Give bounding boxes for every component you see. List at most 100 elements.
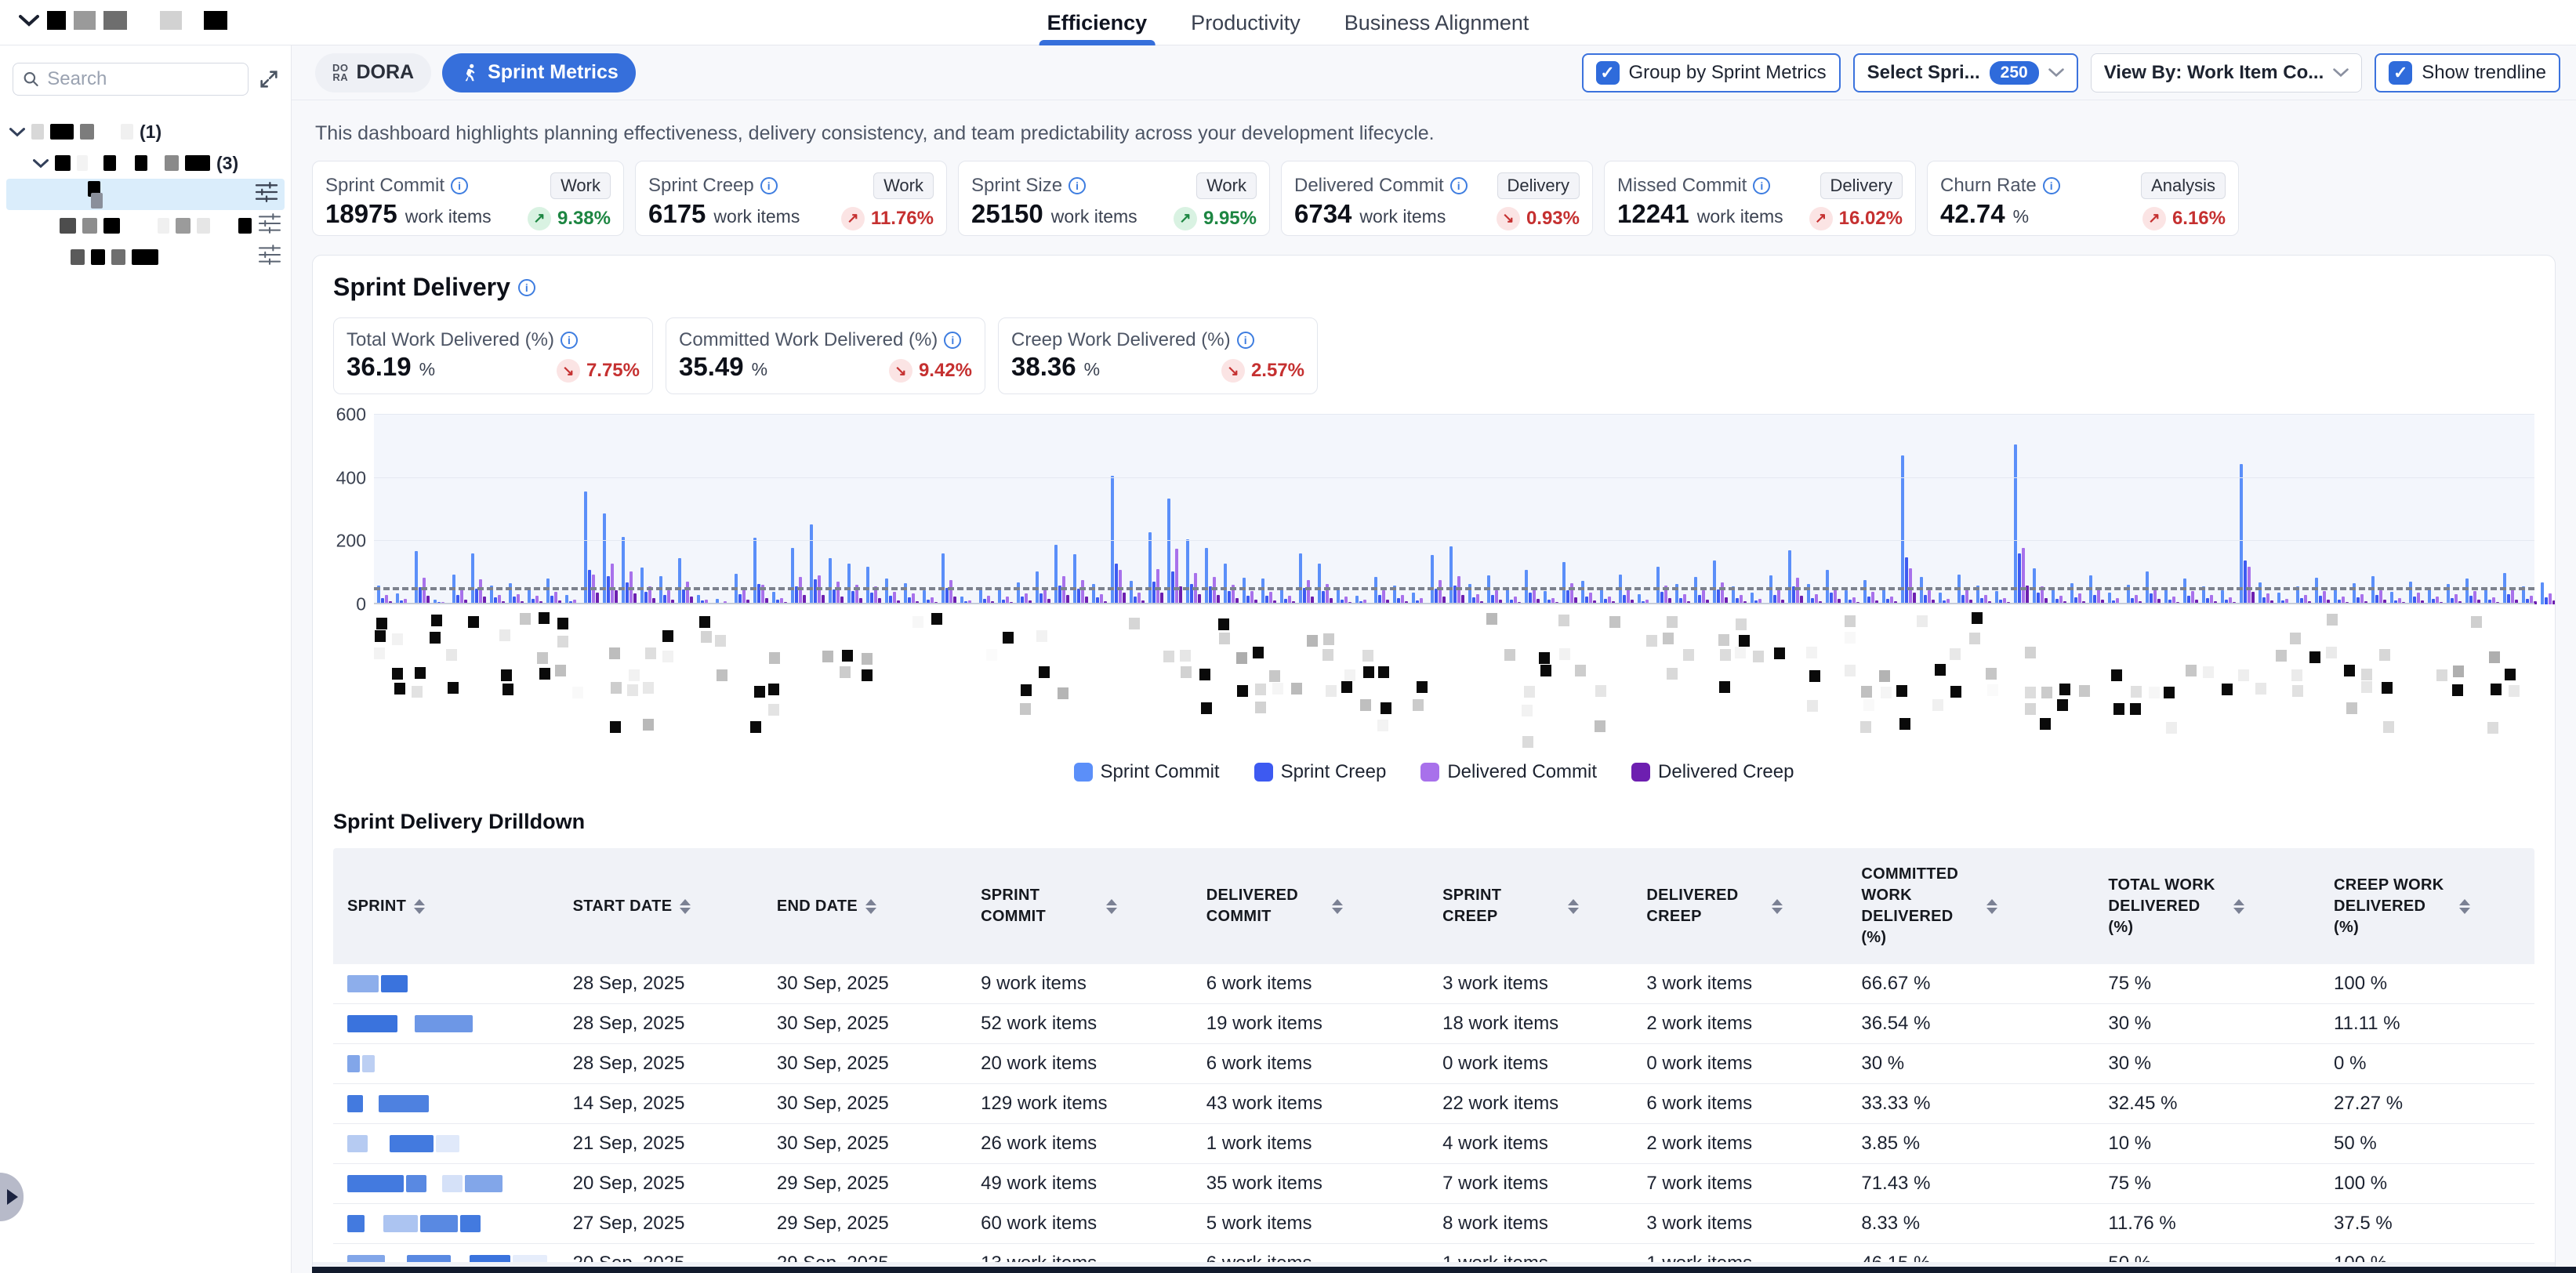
info-icon[interactable]: i — [1753, 177, 1770, 194]
tab-productivity[interactable]: Productivity — [1191, 0, 1301, 45]
bar-group[interactable] — [603, 513, 622, 604]
bar-group[interactable] — [2409, 582, 2428, 604]
bar-group[interactable] — [2315, 578, 2334, 604]
show-trendline-toggle[interactable]: ✓ Show trendline — [2375, 53, 2560, 92]
filter-sliders-icon[interactable] — [255, 182, 278, 202]
table-row[interactable]: 21 Sep, 202530 Sep, 202526 work items1 w… — [333, 1124, 2534, 1164]
app-logo-redacted[interactable] — [19, 11, 227, 30]
filter-sliders-icon[interactable] — [258, 213, 281, 234]
bar-group[interactable] — [2070, 583, 2089, 604]
column-header-total-work-delivered[interactable]: TOTAL WORK DELIVERED (%) — [2094, 848, 2320, 964]
bar-group[interactable] — [678, 558, 697, 604]
table-row[interactable]: 28 Sep, 202530 Sep, 202552 work items19 … — [333, 1004, 2534, 1044]
sprint-metrics-tab-button[interactable]: Sprint Metrics — [442, 53, 636, 92]
sort-icon[interactable] — [2459, 899, 2470, 914]
column-header-delivered-creep[interactable]: DELIVERED CREEP — [1632, 848, 1847, 964]
bar-group[interactable] — [1431, 555, 1449, 604]
legend-item-sprint-commit[interactable]: Sprint Commit — [1074, 761, 1220, 783]
tree-leaf[interactable] — [0, 210, 291, 241]
bar-group[interactable] — [1882, 588, 1901, 604]
search-input[interactable] — [47, 68, 238, 90]
info-icon[interactable]: i — [944, 332, 961, 349]
table-row[interactable]: 28 Sep, 202530 Sep, 20259 work items6 wo… — [333, 964, 2534, 1004]
tab-efficiency[interactable]: Efficiency — [1047, 0, 1148, 45]
bar-group[interactable] — [1054, 545, 1073, 604]
sort-icon[interactable] — [1772, 899, 1783, 914]
sort-icon[interactable] — [414, 899, 425, 914]
column-header-delivered-commit[interactable]: DELIVERED COMMIT — [1192, 848, 1428, 964]
bar-group[interactable] — [810, 524, 829, 604]
group-by-sprint-metrics-toggle[interactable]: ✓ Group by Sprint Metrics — [1582, 53, 1841, 92]
bar-group[interactable] — [1318, 564, 1337, 604]
bar-group[interactable] — [1562, 562, 1581, 604]
column-header-start-date[interactable]: START DATE — [559, 848, 763, 964]
tree-leaf[interactable] — [0, 241, 291, 273]
bar-group[interactable] — [1600, 588, 1619, 604]
bar-group[interactable] — [1299, 553, 1318, 604]
bar-group[interactable] — [1920, 577, 1939, 604]
checkbox-checked-icon[interactable]: ✓ — [2389, 61, 2412, 85]
metric-card-delivered-commit[interactable]: Delivered CommitiDelivery6734work items↘… — [1281, 161, 1593, 236]
info-icon[interactable]: i — [760, 177, 778, 194]
checkbox-checked-icon[interactable]: ✓ — [1596, 61, 1620, 85]
filter-sliders-icon[interactable] — [258, 245, 281, 265]
table-row[interactable]: 27 Sep, 202529 Sep, 202560 work items5 w… — [333, 1204, 2534, 1244]
column-header-sprint-creep[interactable]: SPRINT CREEP — [1428, 848, 1632, 964]
tree-node-level1[interactable]: (1) — [0, 116, 291, 147]
bar-group[interactable] — [1863, 580, 1882, 604]
column-header-end-date[interactable]: END DATE — [763, 848, 967, 964]
sort-icon[interactable] — [2233, 899, 2244, 914]
info-icon[interactable]: i — [1237, 332, 1254, 349]
bar-group[interactable] — [866, 567, 885, 604]
tab-business-alignment[interactable]: Business Alignment — [1344, 0, 1529, 45]
legend-item-delivered-commit[interactable]: Delivered Commit — [1420, 761, 1597, 783]
metric-card-sprint-creep[interactable]: Sprint CreepiWork6175work items↗11.76% — [635, 161, 947, 236]
bar-group[interactable] — [1713, 560, 1732, 604]
bar-group[interactable] — [2259, 582, 2277, 604]
bar-group[interactable] — [1224, 564, 1243, 604]
bar-group[interactable] — [904, 583, 923, 604]
bar-group[interactable] — [2240, 464, 2259, 604]
metric-card-total-work-delivered-[interactable]: Total Work Delivered (%)i36.19%↘7.75% — [333, 317, 653, 394]
bar-group[interactable] — [1148, 532, 1167, 604]
bar-group[interactable] — [1374, 577, 1393, 604]
view-by-dropdown[interactable]: View By: Work Item Co... — [2091, 53, 2363, 92]
info-icon[interactable]: i — [561, 332, 578, 349]
bar-group[interactable] — [2014, 444, 2033, 604]
sort-icon[interactable] — [1332, 899, 1343, 914]
bar-group[interactable] — [2465, 578, 2484, 604]
bar-group[interactable] — [1901, 455, 1920, 604]
dora-tab-button[interactable]: DORA DORA — [315, 53, 431, 92]
bar-group[interactable] — [471, 553, 490, 604]
info-icon[interactable]: i — [451, 177, 468, 194]
tree-node-level2[interactable]: (3) — [0, 147, 291, 179]
bar-group[interactable] — [640, 568, 659, 604]
column-header-sprint[interactable]: SPRINT — [333, 848, 559, 964]
bar-group[interactable] — [1073, 554, 1092, 604]
bar-group[interactable] — [2033, 568, 2052, 604]
bar-group[interactable] — [1261, 578, 1280, 604]
bar-group[interactable] — [1581, 581, 1600, 604]
table-row[interactable]: 28 Sep, 202530 Sep, 202520 work items6 w… — [333, 1044, 2534, 1084]
column-header-creep-work-delivered[interactable]: CREEP WORK DELIVERED (%) — [2320, 848, 2534, 964]
metric-card-creep-work-delivered-[interactable]: Creep Work Delivered (%)i38.36%↘2.57% — [998, 317, 1318, 394]
sort-icon[interactable] — [1106, 899, 1117, 914]
bar-group[interactable] — [1656, 567, 1675, 604]
metric-card-committed-work-delivered-[interactable]: Committed Work Delivered (%)i35.49%↘9.42… — [666, 317, 985, 394]
table-row[interactable]: 20 Sep, 202529 Sep, 202549 work items35 … — [333, 1164, 2534, 1204]
column-header-committed-work-delivered[interactable]: COMMITTED WORK DELIVERED (%) — [1847, 848, 2094, 964]
sort-icon[interactable] — [865, 899, 876, 914]
expand-icon[interactable] — [258, 68, 280, 90]
tree-leaf-selected[interactable] — [6, 179, 285, 210]
bar-group[interactable] — [847, 564, 866, 604]
bar-group[interactable] — [829, 558, 847, 604]
bar-group[interactable] — [546, 578, 565, 604]
select-sprints-dropdown[interactable]: Select Spri... 250 — [1853, 53, 2078, 92]
bar-group[interactable] — [1243, 578, 1261, 604]
info-icon[interactable]: i — [1450, 177, 1468, 194]
bar-group[interactable] — [791, 548, 810, 604]
info-icon[interactable]: i — [1068, 177, 1086, 194]
info-icon[interactable]: i — [2043, 177, 2060, 194]
bar-group[interactable] — [2541, 582, 2556, 604]
bar-group[interactable] — [885, 578, 904, 604]
